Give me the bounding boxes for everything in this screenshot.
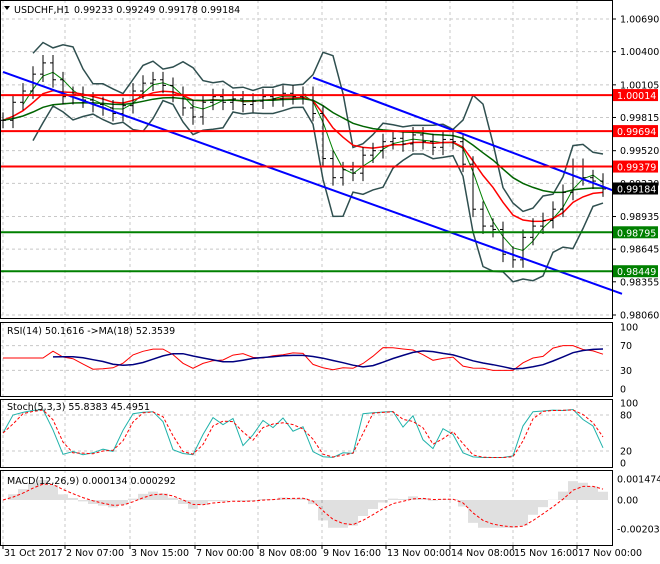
level-price-label: 0.99694 (617, 127, 656, 138)
time-tick-label: 8 Nov 08:00 (259, 548, 317, 559)
level-price-label: 0.98449 (617, 267, 656, 278)
macd-tick-label: 0.001474 (617, 474, 660, 485)
level-price-label: 0.98795 (617, 228, 656, 239)
rsi-tick-label: 30 (620, 366, 632, 377)
stoch-tick-label: 20 (620, 447, 632, 458)
macd-tick-label: 0.00 (617, 496, 638, 507)
current-price-label: 0.99184 (617, 184, 656, 195)
price-tick-label: 0.98355 (620, 277, 659, 288)
ohlc-label: 0.99233 0.99249 0.99178 0.99184 (74, 5, 240, 16)
time-tick-label: 15 Nov 16:00 (514, 548, 578, 559)
macd-tick-label: -0.002032 (617, 524, 660, 535)
rsi-tick-label: 70 (620, 341, 632, 352)
chart-window: 1.006901.004001.001050.998150.995200.992… (0, 0, 660, 560)
time-tick-label: 13 Nov 00:00 (387, 548, 451, 559)
symbol-label: USDCHF,H1 (14, 5, 70, 16)
rsi-label: RSI(14) 50.1616 ->MA(18) 52.3539 (7, 326, 175, 337)
price-tick-label: 0.98060 (620, 311, 659, 322)
price-tick-label: 0.98645 (620, 245, 659, 256)
time-tick-label: 9 Nov 16:00 (323, 548, 381, 559)
time-tick-label: 7 Nov 00:00 (196, 548, 254, 559)
time-tick-label: 31 Oct 2017 (4, 548, 63, 559)
rsi-tick-label: 100 (620, 323, 638, 334)
time-tick-label: 14 Nov 08:00 (451, 548, 515, 559)
stoch-tick-label: 100 (620, 399, 638, 410)
time-tick-label: 2 Nov 07:00 (66, 548, 124, 559)
level-price-label: 0.99379 (617, 163, 656, 174)
price-tick-label: 0.99520 (620, 146, 659, 157)
price-tick-label: 1.00690 (620, 15, 659, 26)
price-tick-label: 0.99815 (620, 113, 659, 124)
price-tick-label: 0.98935 (620, 212, 659, 223)
time-tick-label: 17 Nov 00:00 (578, 548, 642, 559)
level-price-label: 1.00014 (617, 91, 656, 102)
stoch-tick-label: 80 (620, 411, 632, 422)
rsi-tick-label: 0 (620, 385, 626, 396)
time-tick-label: 3 Nov 15:00 (131, 548, 189, 559)
stoch-label: Stoch(5,3,3) 55.8383 45.4951 (7, 402, 150, 413)
price-tick-label: 1.00400 (620, 47, 659, 58)
macd-label: MACD(12,26,9) 0.000134 0.000292 (7, 476, 176, 487)
stoch-tick-label: 0 (620, 459, 626, 470)
